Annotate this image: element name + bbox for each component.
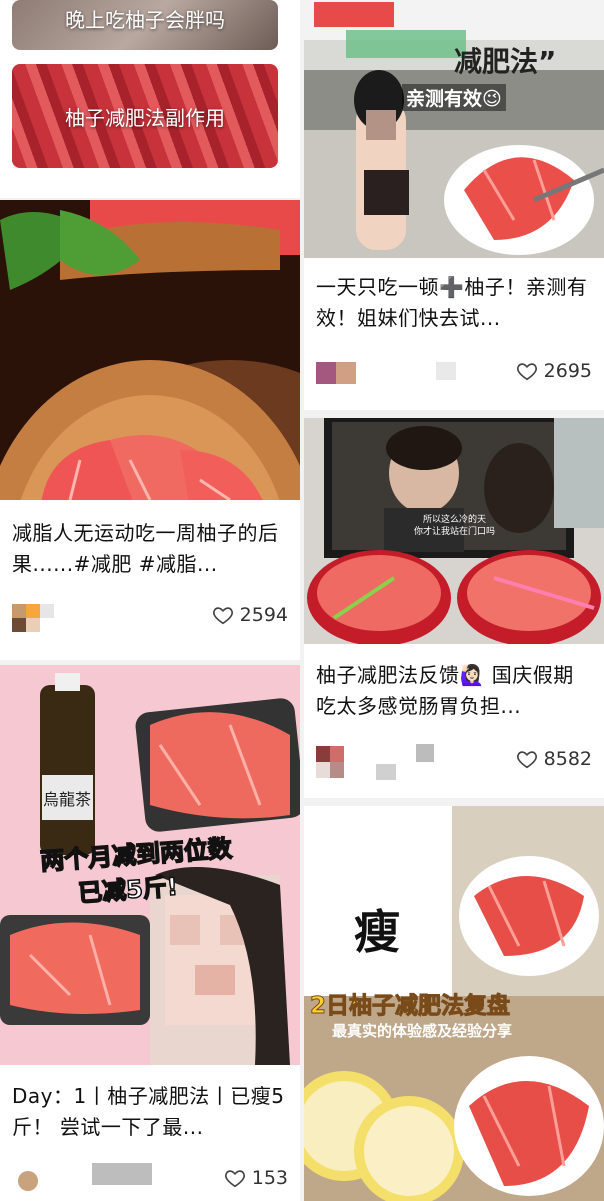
card-title[interactable]: 减脂人无运动吃一周柚子的后果......#减肥 #减脂... [12, 518, 288, 580]
heart-outline-icon [516, 751, 537, 769]
author-avatar[interactable] [316, 356, 456, 392]
related-search-card[interactable]: 晚上吃柚子会胖吗 [0, 0, 300, 58]
author-avatar[interactable] [12, 1163, 152, 1199]
related-search-label: 柚子减肥法副作用 [65, 105, 225, 130]
feed-card[interactable]: 减肥法” 亲测有效😉 一天只吃一顿➕柚子！亲测有效！姐妹们快去试... 2695 [304, 0, 604, 410]
feed-card[interactable]: 减脂人无运动吃一周柚子的后果......#减肥 #减脂... 2594 [0, 200, 300, 660]
like-button[interactable]: 8582 [516, 748, 592, 770]
card-meta: 2695 [316, 356, 592, 392]
like-count: 153 [251, 1167, 288, 1189]
card-meta: 8582 [316, 744, 592, 780]
like-count: 8582 [543, 748, 592, 770]
card-meta: 153 [12, 1163, 288, 1199]
card-cover-image[interactable]: 所以这么冷的天 你才让我站在门口吗 [304, 418, 604, 644]
video-subtitle: 所以这么冷的天 你才让我站在门口吗 [414, 514, 495, 538]
related-search-card[interactable]: 柚子减肥法副作用 [0, 58, 300, 198]
card-cover-image[interactable] [0, 200, 300, 500]
like-button[interactable]: 153 [224, 1167, 288, 1189]
card-title[interactable]: 一天只吃一顿➕柚子！亲测有效！姐妹们快去试... [316, 272, 592, 334]
cover-overlay-subtitle: 亲测有效😉 [402, 84, 506, 111]
cover-overlay-title: 2日柚子减肥法复盘 [309, 993, 511, 1020]
cover-overlay-char: 瘦 [354, 905, 400, 959]
heart-outline-icon [516, 363, 537, 381]
like-button[interactable]: 2594 [212, 604, 288, 626]
card-cover-image[interactable]: 减肥法” 亲测有效😉 [304, 0, 604, 258]
kitchen-pomelo-photo [304, 0, 604, 258]
subtitle-line-2: 你才让我站在门口吗 [414, 527, 496, 537]
card-cover-image[interactable]: 瘦 2日柚子减肥法复盘 最真实的体验感及经验分享 [304, 806, 604, 1201]
related-search-tile-2[interactable]: 柚子减肥法副作用 [12, 64, 278, 168]
author-avatar[interactable] [12, 600, 54, 636]
card-title[interactable]: Day：1丨柚子减肥法丨已瘦5斤！ 尝试一下了最... [12, 1081, 288, 1143]
cover-overlay-title: 减肥法” [454, 45, 557, 78]
like-count: 2695 [543, 360, 592, 382]
heart-outline-icon [212, 607, 233, 625]
cover-overlay-line-2: 已减5斤! [77, 872, 180, 908]
feed-card[interactable]: 烏龍茶 两个月减到两位数 已减5斤! Day：1丨柚子减肥法丨已瘦5斤！ 尝试一… [0, 665, 300, 1201]
subtitle-line-1: 所以这么冷的天 [423, 515, 487, 525]
author-avatar[interactable] [316, 744, 434, 780]
feed-card[interactable]: 所以这么冷的天 你才让我站在门口吗 柚子减肥法反馈🙋🏻‍♀️ 国庆假期吃太多感觉… [304, 418, 604, 798]
bottle-label: 烏龍茶 [43, 790, 91, 809]
like-button[interactable]: 2695 [516, 360, 592, 382]
pomelo-bowl-illustration [0, 200, 300, 500]
related-search-label: 晚上吃柚子会胖吗 [65, 7, 225, 32]
card-meta: 2594 [12, 600, 288, 636]
heart-outline-icon [224, 1170, 245, 1188]
feed-card[interactable]: 瘦 2日柚子减肥法复盘 最真实的体验感及经验分享 [304, 806, 604, 1201]
card-title[interactable]: 柚子减肥法反馈🙋🏻‍♀️ 国庆假期吃太多感觉肠胃负担... [316, 660, 592, 722]
related-search-tile-1[interactable]: 晚上吃柚子会胖吗 [12, 0, 278, 50]
cover-overlay-subtitle: 最真实的体验感及经验分享 [332, 1022, 513, 1040]
like-count: 2594 [239, 604, 288, 626]
card-cover-image[interactable]: 烏龍茶 两个月减到两位数 已减5斤! [0, 665, 300, 1065]
